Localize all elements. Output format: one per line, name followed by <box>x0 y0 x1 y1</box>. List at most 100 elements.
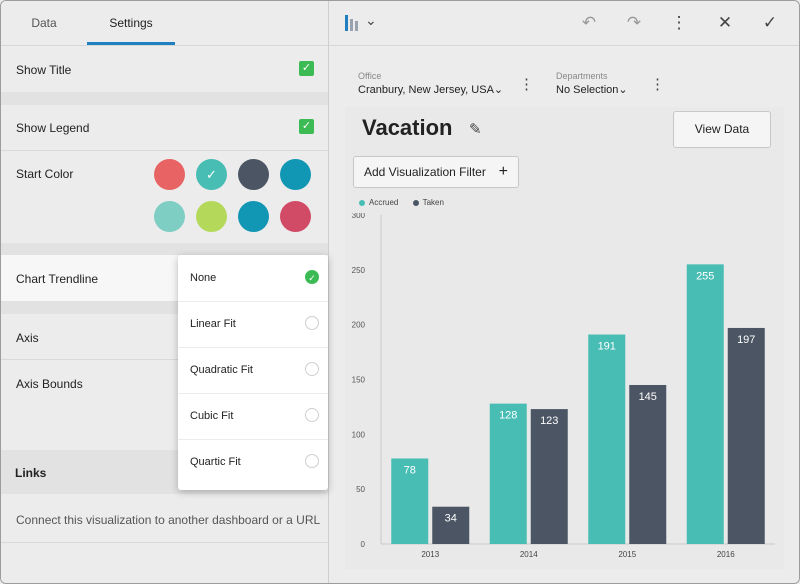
section-divider <box>1 243 328 255</box>
x-tick-label: 2015 <box>618 550 636 559</box>
view-data-button[interactable]: View Data <box>673 111 771 148</box>
show-legend-checkbox[interactable]: ✓ <box>299 119 314 134</box>
selected-check-icon: ✓ <box>206 167 217 182</box>
trendline-option-quadratic[interactable]: Quadratic Fit <box>178 347 328 394</box>
data-label: 191 <box>598 341 616 353</box>
x-tick-label: 2013 <box>421 550 439 559</box>
settings-panel: Data Settings Show Title ✓ Show Legend ✓… <box>1 1 329 583</box>
start-color-row: Start Color ✓ <box>1 151 328 243</box>
add-visualization-filter-button[interactable]: Add Visualization Filter + <box>353 156 519 188</box>
show-title-row[interactable]: Show Title ✓ <box>1 46 328 92</box>
color-swatch-lime[interactable] <box>196 201 227 232</box>
trendline-option-quartic[interactable]: Quartic Fit <box>178 439 328 485</box>
color-swatch-teal[interactable]: ✓ <box>196 159 227 190</box>
filter-bar: Office Cranbury, New Jersey, USA⌄ ⋮ Depa… <box>329 45 799 105</box>
radio-selected-icon: ✓ <box>305 270 319 284</box>
section-divider <box>1 92 328 105</box>
x-tick-label: 2016 <box>717 550 735 559</box>
legend-item-taken: Taken <box>412 198 444 207</box>
y-tick-label: 150 <box>352 376 366 385</box>
departments-filter[interactable]: Departments No Selection⌄ <box>556 71 628 96</box>
legend-swatch <box>412 199 419 206</box>
trendline-option-linear[interactable]: Linear Fit <box>178 301 328 348</box>
more-options-icon[interactable]: ⋮ <box>667 11 691 35</box>
radio-icon <box>305 454 319 468</box>
color-swatch-ocean[interactable] <box>238 201 269 232</box>
start-color-label: Start Color <box>16 167 74 181</box>
show-legend-label: Show Legend <box>16 121 90 135</box>
redo-icon[interactable]: ↷ <box>622 11 646 35</box>
data-label: 123 <box>540 415 558 427</box>
option-label: None <box>190 272 217 284</box>
active-tab-underline <box>87 42 175 45</box>
y-tick-label: 300 <box>352 213 366 220</box>
tab-settings-label: Settings <box>109 16 153 30</box>
bar-taken-2016 <box>727 327 765 544</box>
radio-icon <box>305 408 319 422</box>
close-icon[interactable]: ✕ <box>713 11 737 35</box>
chevron-down-icon: ⌄ <box>365 12 377 28</box>
bar-taken-2014 <box>530 409 568 544</box>
y-tick-label: 100 <box>352 430 366 439</box>
plus-icon: + <box>498 163 508 180</box>
chart-legend: Accrued Taken <box>359 198 456 207</box>
caret-icon: ⌄ <box>618 84 628 96</box>
option-label: Linear Fit <box>190 318 236 330</box>
office-filter-value: Cranbury, New Jersey, USA <box>358 84 494 96</box>
x-tick-label: 2014 <box>520 550 538 559</box>
tab-settings[interactable]: Settings <box>87 1 175 45</box>
color-swatch-blue[interactable] <box>280 159 311 190</box>
office-filter[interactable]: Office Cranbury, New Jersey, USA⌄ <box>358 71 503 96</box>
bar-accrued-2015 <box>588 334 626 544</box>
chart-trendline-label: Chart Trendline <box>16 272 99 286</box>
office-filter-menu-icon[interactable]: ⋮ <box>519 75 534 93</box>
bar-accrued-2016 <box>686 264 724 544</box>
axis-label: Axis <box>16 331 39 345</box>
option-label: Quartic Fit <box>190 456 241 468</box>
color-swatch-red[interactable] <box>154 159 185 190</box>
bar-chart: 0 50 100 150 200 250 300 2013 78 34 2014 128 123 2015… <box>352 213 775 559</box>
links-description: Connect this visualization to another da… <box>16 513 321 527</box>
data-label: 128 <box>499 410 517 422</box>
radio-icon <box>305 316 319 330</box>
caret-icon: ⌄ <box>493 84 504 96</box>
show-title-label: Show Title <box>16 63 72 77</box>
trendline-dropdown: None ✓ Linear Fit Quadratic Fit Cubic Fi… <box>178 255 328 490</box>
preview-area: ⌄ ↶ ↷ ⋮ ✕ ✓ Office Cranbury, New Jersey,… <box>329 1 799 583</box>
legend-label: Accrued <box>369 198 399 207</box>
color-swatch-slate[interactable] <box>238 159 269 190</box>
add-filter-label: Add Visualization Filter <box>364 165 486 179</box>
color-swatch-rose[interactable] <box>280 201 311 232</box>
undo-icon[interactable]: ↶ <box>577 11 601 35</box>
show-title-checkbox[interactable]: ✓ <box>299 61 314 76</box>
departments-filter-menu-icon[interactable]: ⋮ <box>650 75 665 93</box>
axis-bounds-label: Axis Bounds <box>16 377 83 391</box>
chart-type-picker[interactable]: ⌄ <box>343 11 377 35</box>
y-tick-label: 0 <box>361 540 366 549</box>
links-row[interactable]: Connect this visualization to another da… <box>1 494 328 542</box>
data-label: 78 <box>404 464 416 476</box>
radio-icon <box>305 362 319 376</box>
legend-swatch <box>359 199 365 206</box>
confirm-check-icon[interactable]: ✓ <box>758 11 782 35</box>
office-filter-label: Office <box>358 71 382 81</box>
legend-label: Taken <box>422 198 444 207</box>
app-window: Data Settings Show Title ✓ Show Legend ✓… <box>0 0 800 584</box>
links-title: Links <box>15 466 47 480</box>
page-title: Vacation <box>362 115 453 140</box>
row-divider <box>1 542 328 543</box>
data-label: 34 <box>445 513 457 525</box>
color-swatch-mint[interactable] <box>154 201 185 232</box>
data-label: 145 <box>639 391 657 403</box>
y-tick-label: 50 <box>356 485 365 494</box>
y-tick-label: 200 <box>352 321 366 330</box>
departments-filter-label: Departments <box>556 71 608 81</box>
y-tick-label: 250 <box>352 266 366 275</box>
trendline-option-none[interactable]: None ✓ <box>178 255 328 302</box>
data-label: 197 <box>737 334 755 346</box>
tab-data[interactable]: Data <box>1 1 87 45</box>
bar-accrued-2014 <box>489 403 527 544</box>
edit-title-pencil-icon[interactable]: ✎ <box>469 120 482 138</box>
trendline-option-cubic[interactable]: Cubic Fit <box>178 393 328 440</box>
show-legend-row[interactable]: Show Legend ✓ <box>1 105 328 151</box>
